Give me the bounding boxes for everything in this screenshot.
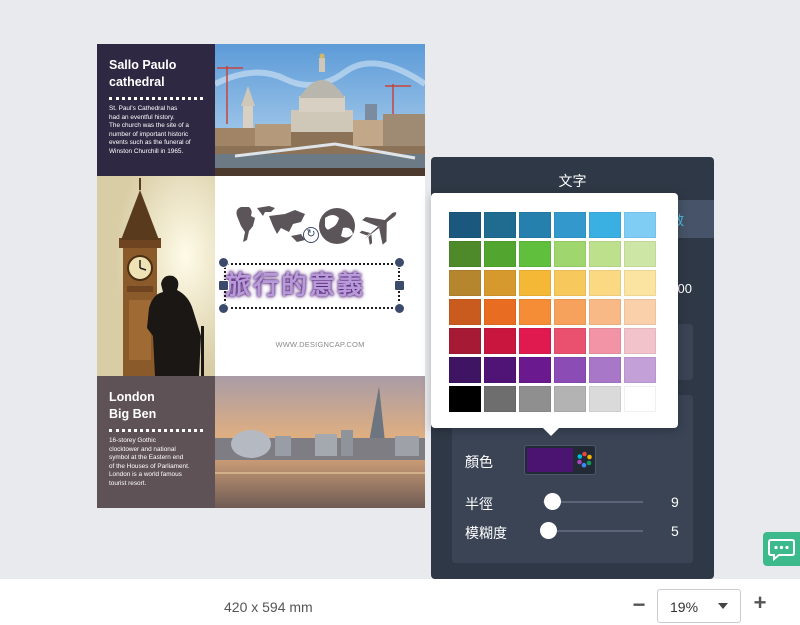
color-swatch-0-4[interactable]	[589, 212, 621, 238]
color-picker-button[interactable]	[524, 445, 596, 475]
resize-handle-bottom-left[interactable]	[218, 303, 229, 314]
selected-color-swatch[interactable]	[527, 448, 573, 472]
big-ben-title[interactable]: London Big Ben	[109, 389, 203, 423]
color-swatch-6-3[interactable]	[554, 386, 586, 412]
color-swatch-5-5[interactable]	[624, 357, 656, 383]
color-swatch-3-3[interactable]	[554, 299, 586, 325]
zoom-out-button[interactable]: −	[631, 594, 647, 616]
selection-box[interactable]	[224, 263, 400, 309]
resize-handle-top-left[interactable]	[218, 257, 229, 268]
chevron-down-icon[interactable]	[718, 603, 728, 609]
color-swatch-6-0[interactable]	[449, 386, 481, 412]
radius-value: 9	[671, 494, 679, 510]
panel-partial-value: 00	[677, 281, 692, 296]
color-swatch-1-0[interactable]	[449, 241, 481, 267]
page-size-label: 420 x 594 mm	[224, 599, 313, 615]
zoom-in-button[interactable]: +	[751, 592, 769, 614]
resize-handle-top-right[interactable]	[394, 257, 405, 268]
color-swatch-2-4[interactable]	[589, 270, 621, 296]
london-skyline-illustration	[215, 376, 425, 508]
color-swatch-6-2[interactable]	[519, 386, 551, 412]
color-picker-popup	[431, 193, 678, 436]
color-swatch-0-5[interactable]	[624, 212, 656, 238]
color-swatch-3-5[interactable]	[624, 299, 656, 325]
color-swatch-4-3[interactable]	[554, 328, 586, 354]
st-pauls-photo[interactable]	[215, 44, 425, 176]
color-swatch-3-0[interactable]	[449, 299, 481, 325]
color-swatch-1-5[interactable]	[624, 241, 656, 267]
st-pauls-illustration	[215, 44, 425, 176]
chat-icon[interactable]	[763, 532, 800, 566]
big-ben-illustration	[97, 176, 215, 376]
resize-handle-bottom-right[interactable]	[394, 303, 405, 314]
cathedral-title[interactable]: Sallo Paulo cathedral	[109, 57, 203, 91]
color-swatch-1-2[interactable]	[519, 241, 551, 267]
big-ben-photo[interactable]	[97, 176, 215, 376]
big-ben-body[interactable]: 16-storey Gothic clocktower and national…	[109, 437, 203, 489]
travel-icons-row	[236, 206, 397, 245]
dotted-divider	[109, 97, 203, 100]
blur-value: 5	[671, 523, 679, 539]
color-swatch-1-4[interactable]	[589, 241, 621, 267]
radius-label: 半徑	[465, 497, 493, 513]
radius-slider-knob[interactable]	[544, 493, 561, 510]
color-swatch-2-2[interactable]	[519, 270, 551, 296]
world-map-icon	[236, 206, 305, 242]
color-swatch-6-1[interactable]	[484, 386, 516, 412]
color-swatch-4-5[interactable]	[624, 328, 656, 354]
color-label: 顏色	[465, 455, 493, 471]
color-swatch-4-0[interactable]	[449, 328, 481, 354]
panel-title: 文字	[558, 174, 587, 190]
color-swatch-2-5[interactable]	[624, 270, 656, 296]
color-swatch-3-1[interactable]	[484, 299, 516, 325]
london-skyline-photo[interactable]	[215, 376, 425, 508]
color-swatch-6-4[interactable]	[589, 386, 621, 412]
resize-handle-left[interactable]	[218, 280, 229, 291]
color-swatch-4-4[interactable]	[589, 328, 621, 354]
color-swatch-5-0[interactable]	[449, 357, 481, 383]
color-swatch-2-3[interactable]	[554, 270, 586, 296]
color-swatch-0-3[interactable]	[554, 212, 586, 238]
cathedral-body[interactable]: St. Paul's Cathedral has had an eventful…	[109, 105, 203, 157]
website-url[interactable]: WWW.DESIGNCAP.COM	[215, 340, 425, 349]
blur-label: 模糊度	[465, 526, 507, 542]
color-swatch-1-3[interactable]	[554, 241, 586, 267]
zoom-select[interactable]: 19%	[657, 589, 741, 623]
rotate-icon[interactable]: ↻	[303, 227, 319, 243]
color-swatch-4-1[interactable]	[484, 328, 516, 354]
dotted-divider	[109, 429, 203, 432]
color-swatch-2-1[interactable]	[484, 270, 516, 296]
color-swatch-0-1[interactable]	[484, 212, 516, 238]
color-swatch-5-4[interactable]	[589, 357, 621, 383]
popup-pointer	[542, 427, 560, 436]
big-ben-text-block[interactable]: London Big Ben 16-storey Gothic clocktow…	[97, 376, 215, 508]
color-swatch-0-2[interactable]	[519, 212, 551, 238]
cathedral-text-block[interactable]: Sallo Paulo cathedral St. Paul's Cathedr…	[97, 44, 215, 176]
color-swatch-5-1[interactable]	[484, 357, 516, 383]
color-swatch-5-2[interactable]	[519, 357, 551, 383]
zoom-value: 19%	[670, 599, 699, 615]
resize-handle-right[interactable]	[394, 280, 405, 291]
blur-slider-track[interactable]	[543, 530, 643, 532]
color-swatch-3-4[interactable]	[589, 299, 621, 325]
color-swatch-2-0[interactable]	[449, 270, 481, 296]
airplane-icon	[359, 212, 397, 245]
color-swatch-3-2[interactable]	[519, 299, 551, 325]
color-swatch-6-5[interactable]	[624, 386, 656, 412]
color-swatch-5-3[interactable]	[554, 357, 586, 383]
chat-button[interactable]	[763, 532, 800, 566]
color-swatch-0-0[interactable]	[449, 212, 481, 238]
color-swatch-grid	[449, 212, 656, 412]
bottom-toolbar: 420 x 594 mm − 19% +	[0, 579, 800, 625]
color-swatch-1-1[interactable]	[484, 241, 516, 267]
color-swatch-4-2[interactable]	[519, 328, 551, 354]
blur-slider-knob[interactable]	[540, 522, 557, 539]
palette-icon[interactable]	[576, 451, 593, 468]
globe-icon	[319, 208, 355, 244]
